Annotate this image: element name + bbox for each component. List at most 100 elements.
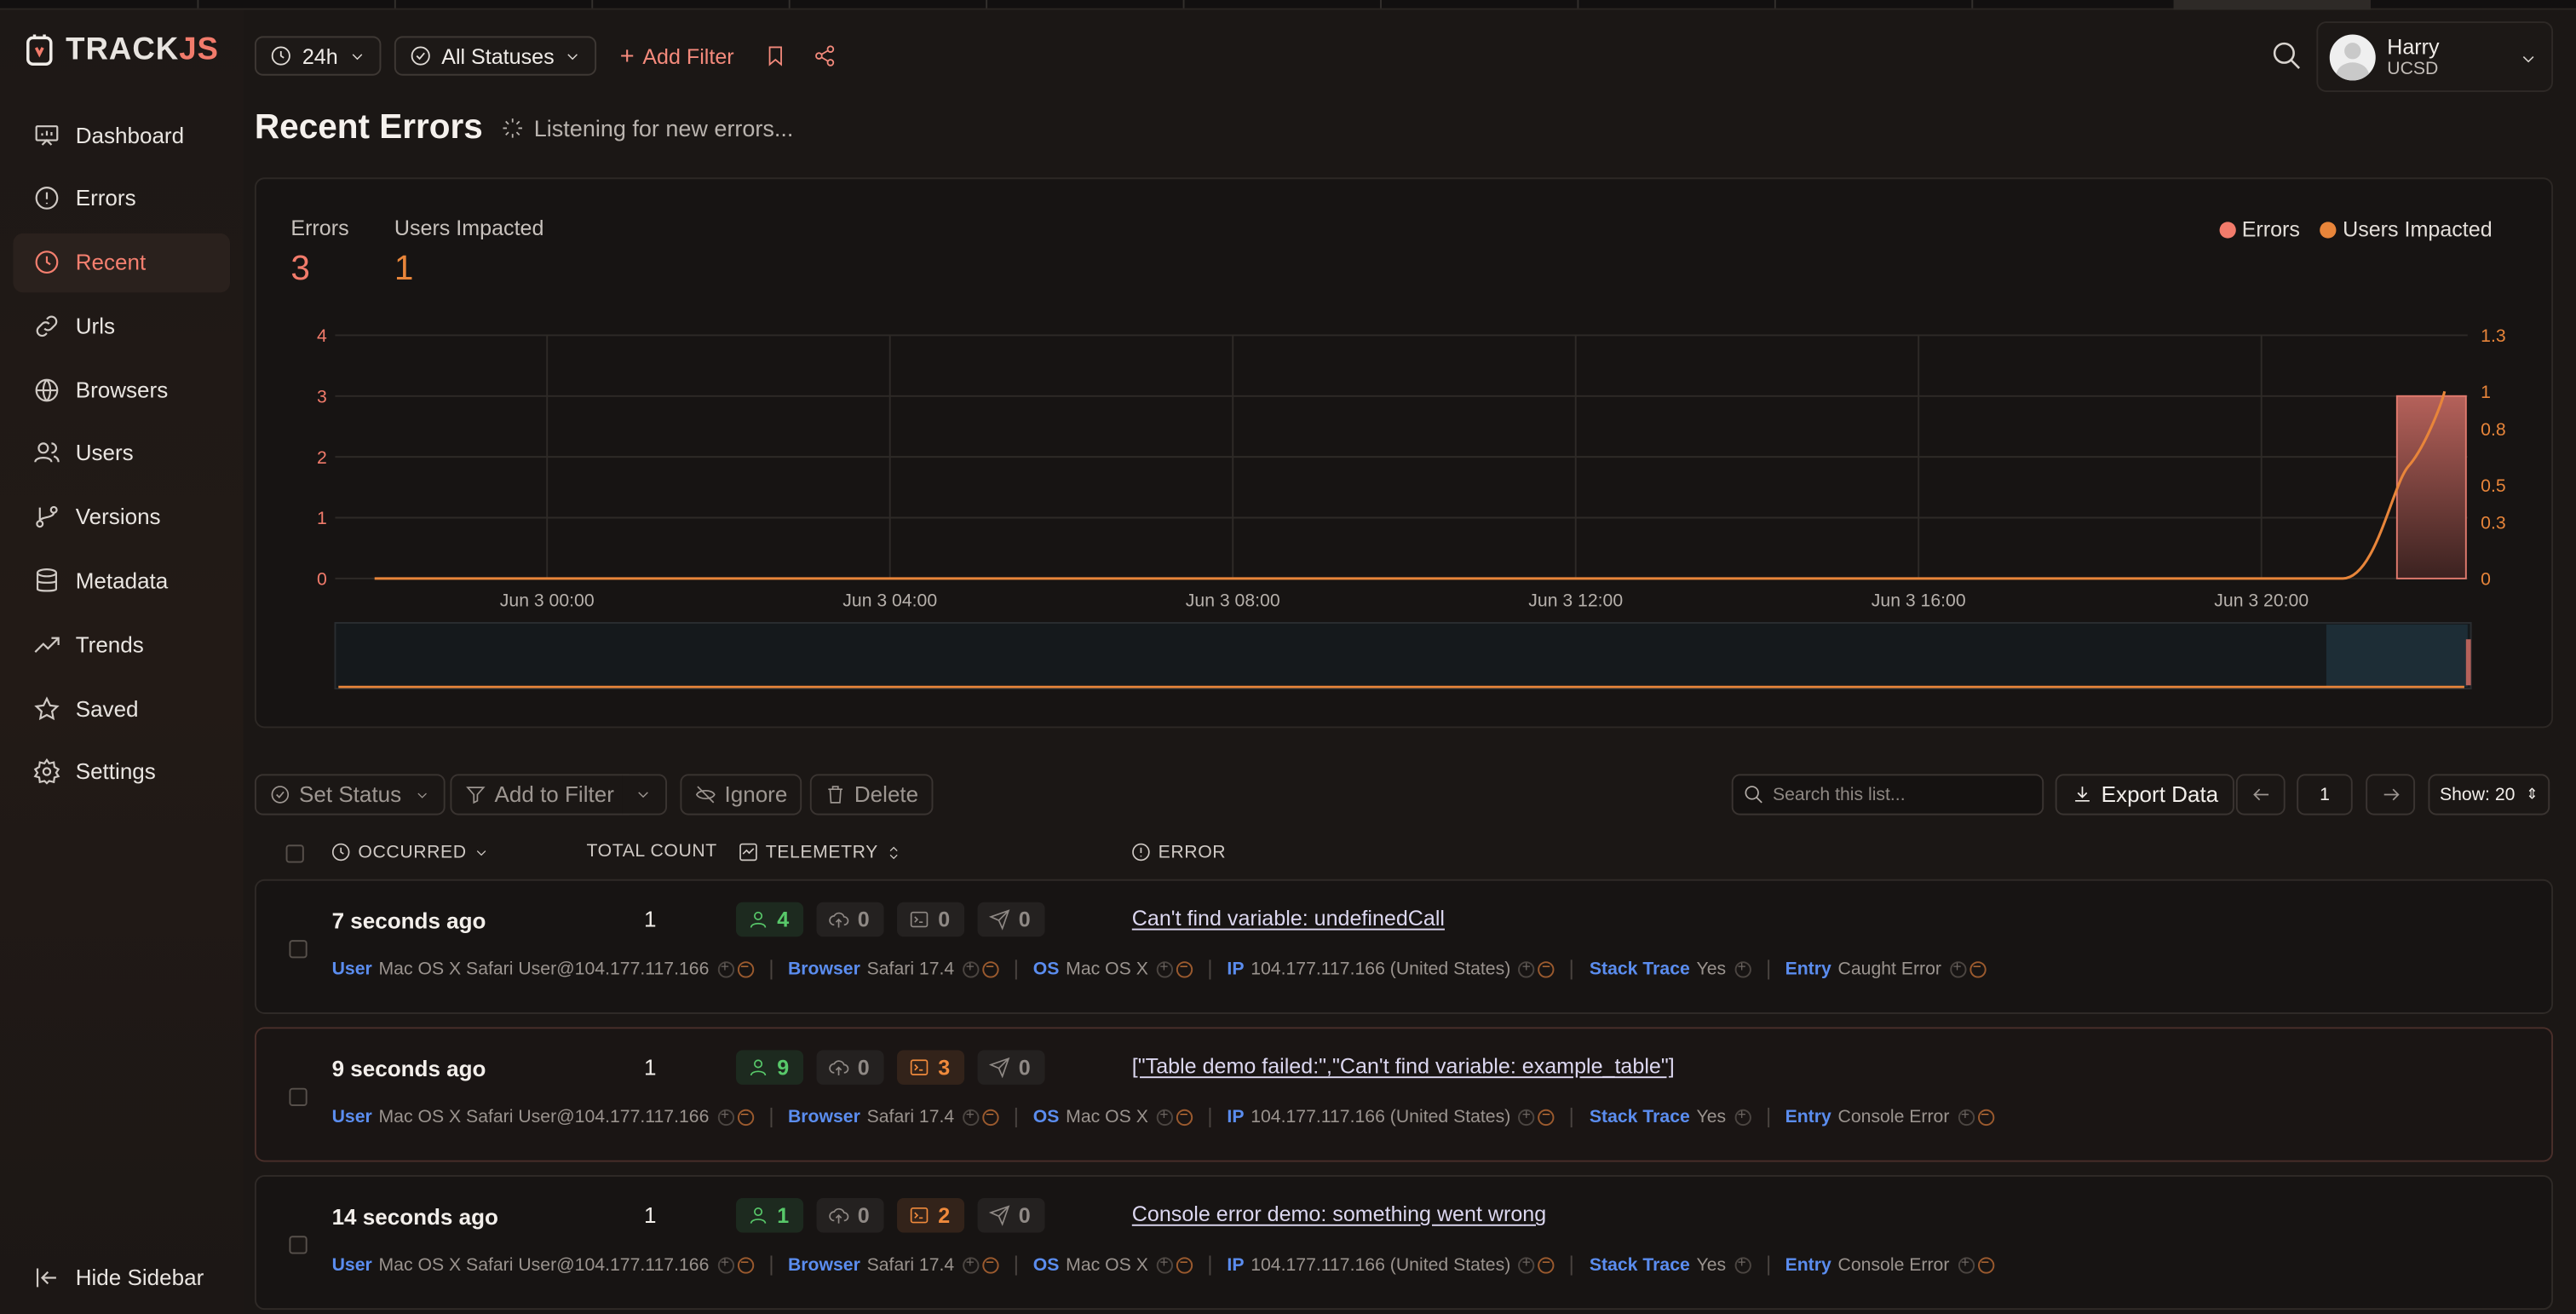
telemetry-network-chip[interactable]: 0: [816, 1050, 884, 1085]
add-filter-icon[interactable]: [1734, 1106, 1751, 1127]
row-checkbox[interactable]: [289, 1236, 308, 1254]
sidebar-item-urls[interactable]: Urls: [13, 297, 230, 355]
share-button[interactable]: [806, 37, 842, 73]
add-filter-icon[interactable]: [962, 1254, 980, 1274]
exclude-filter-icon[interactable]: [1969, 958, 1987, 978]
add-filter-icon[interactable]: [717, 958, 734, 978]
telemetry-users-chip[interactable]: 1: [736, 1197, 804, 1233]
trackjs-logo[interactable]: TRACK JS: [23, 33, 219, 69]
exclude-filter-icon[interactable]: [737, 1254, 754, 1274]
add-filter-icon[interactable]: [1156, 958, 1173, 978]
add-filter-icon[interactable]: [1518, 958, 1536, 978]
exclude-filter-icon[interactable]: [1538, 958, 1555, 978]
add-filter-icon[interactable]: [1958, 1254, 1975, 1274]
row-checkbox[interactable]: [289, 940, 308, 959]
export-data-button[interactable]: Export Data: [2055, 774, 2235, 815]
add-filter-icon[interactable]: [1156, 1254, 1173, 1274]
sidebar-item-dashboard[interactable]: Dashboard: [13, 105, 230, 164]
sidebar-item-browsers[interactable]: Browsers: [13, 360, 230, 419]
telemetry-console-chip[interactable]: 3: [897, 1050, 965, 1085]
user-menu[interactable]: Harry UCSD: [2316, 21, 2554, 93]
sidebar-item-users[interactable]: Users: [13, 424, 230, 483]
column-occurred[interactable]: OCCURRED: [331, 841, 490, 862]
telemetry-navigation-chip[interactable]: 0: [977, 1050, 1045, 1085]
exclude-filter-icon[interactable]: [1176, 1254, 1193, 1274]
delete-button[interactable]: Delete: [809, 774, 934, 815]
add-filter-icon[interactable]: [1958, 1106, 1975, 1127]
add-filter-button[interactable]: + Add Filter: [610, 43, 744, 68]
meta-entry-value[interactable]: Console Error: [1838, 1108, 1950, 1127]
meta-ip-value[interactable]: 104.177.117.166 (United States): [1251, 1108, 1510, 1127]
table-row[interactable]: 9 seconds ago 1 9 0 3 0 ["Table demo fai…: [254, 1027, 2554, 1162]
meta-stack-value[interactable]: Yes: [1697, 1108, 1727, 1127]
page-number-input[interactable]: 1: [2297, 774, 2353, 815]
meta-browser-value[interactable]: Safari 17.4: [867, 1108, 955, 1127]
exclude-filter-icon[interactable]: [1977, 1254, 1994, 1274]
meta-ip-value[interactable]: 104.177.117.166 (United States): [1251, 960, 1510, 979]
sidebar-item-versions[interactable]: Versions: [13, 487, 230, 546]
column-total-count[interactable]: TOTAL COUNT: [587, 841, 717, 861]
exclude-filter-icon[interactable]: [982, 1106, 999, 1127]
meta-browser-value[interactable]: Safari 17.4: [867, 1255, 955, 1275]
exclude-filter-icon[interactable]: [737, 1106, 754, 1127]
telemetry-navigation-chip[interactable]: 0: [977, 902, 1045, 937]
telemetry-console-chip[interactable]: 0: [897, 902, 965, 937]
status-dropdown[interactable]: All Statuses: [394, 36, 597, 76]
next-page-button[interactable]: [2366, 774, 2416, 815]
active-browser-tab[interactable]: [2173, 0, 2371, 10]
exclude-filter-icon[interactable]: [1977, 1106, 1994, 1127]
ignore-button[interactable]: Ignore: [680, 774, 802, 815]
add-filter-icon[interactable]: [1734, 958, 1751, 978]
sidebar-item-settings[interactable]: Settings: [13, 743, 230, 802]
meta-ip-value[interactable]: 104.177.117.166 (United States): [1251, 1255, 1510, 1275]
sidebar-item-errors[interactable]: Errors: [13, 169, 230, 228]
table-row[interactable]: 7 seconds ago 1 4 0 0 0 Can't find varia…: [254, 879, 2554, 1014]
add-filter-icon[interactable]: [717, 1106, 734, 1127]
add-filter-icon[interactable]: [1734, 1254, 1751, 1274]
errors-chart[interactable]: 0 1 2 3 4 0 0.3 0.5 0.8 1 1.3 Jun 3 00:00 Jun 3 04:0…: [256, 179, 2555, 729]
global-search-button[interactable]: [2270, 39, 2303, 80]
add-to-filter-dropdown[interactable]: [622, 774, 668, 815]
sidebar-item-saved[interactable]: Saved: [13, 679, 230, 738]
error-message-link[interactable]: Can't find variable: undefinedCall: [1132, 906, 1445, 931]
exclude-filter-icon[interactable]: [982, 1254, 999, 1274]
telemetry-console-chip[interactable]: 2: [897, 1197, 965, 1233]
add-filter-icon[interactable]: [1949, 958, 1966, 978]
meta-user-value[interactable]: Mac OS X Safari User@104.177.117.166: [378, 960, 709, 979]
meta-os-value[interactable]: Mac OS X: [1066, 1108, 1148, 1127]
error-message-link[interactable]: Console error demo: something went wrong: [1132, 1202, 1546, 1226]
exclude-filter-icon[interactable]: [982, 958, 999, 978]
meta-user-value[interactable]: Mac OS X Safari User@104.177.117.166: [378, 1108, 709, 1127]
column-error[interactable]: ERROR: [1130, 841, 1226, 862]
add-filter-icon[interactable]: [962, 958, 980, 978]
meta-os-value[interactable]: Mac OS X: [1066, 960, 1148, 979]
telemetry-network-chip[interactable]: 0: [816, 902, 884, 937]
exclude-filter-icon[interactable]: [1538, 1254, 1555, 1274]
exclude-filter-icon[interactable]: [1176, 958, 1193, 978]
add-filter-icon[interactable]: [1156, 1106, 1173, 1127]
add-filter-icon[interactable]: [717, 1254, 734, 1274]
row-checkbox[interactable]: [289, 1087, 308, 1106]
meta-browser-value[interactable]: Safari 17.4: [867, 960, 955, 979]
bookmark-button[interactable]: [757, 37, 793, 73]
telemetry-users-chip[interactable]: 9: [736, 1050, 804, 1085]
telemetry-users-chip[interactable]: 4: [736, 902, 804, 937]
add-filter-icon[interactable]: [1518, 1106, 1536, 1127]
meta-entry-value[interactable]: Console Error: [1838, 1255, 1950, 1275]
sidebar-item-metadata[interactable]: Metadata: [13, 551, 230, 610]
hide-sidebar-button[interactable]: Hide Sidebar: [33, 1264, 204, 1292]
sidebar-item-recent[interactable]: Recent: [13, 233, 231, 292]
add-filter-icon[interactable]: [1518, 1254, 1536, 1274]
prev-page-button[interactable]: [2235, 774, 2286, 815]
select-all-checkbox[interactable]: [285, 844, 304, 863]
meta-stack-value[interactable]: Yes: [1697, 960, 1727, 979]
meta-entry-value[interactable]: Caught Error: [1838, 960, 1941, 979]
exclude-filter-icon[interactable]: [1538, 1106, 1555, 1127]
meta-stack-value[interactable]: Yes: [1697, 1255, 1727, 1275]
telemetry-navigation-chip[interactable]: 0: [977, 1197, 1045, 1233]
add-filter-icon[interactable]: [962, 1106, 980, 1127]
table-row[interactable]: 14 seconds ago 1 1 0 2 0 Console error d…: [254, 1174, 2554, 1311]
list-search-input[interactable]: [1772, 784, 2036, 805]
time-range-dropdown[interactable]: 24h: [254, 36, 381, 76]
add-to-filter-button[interactable]: Add to Filter: [450, 774, 630, 815]
